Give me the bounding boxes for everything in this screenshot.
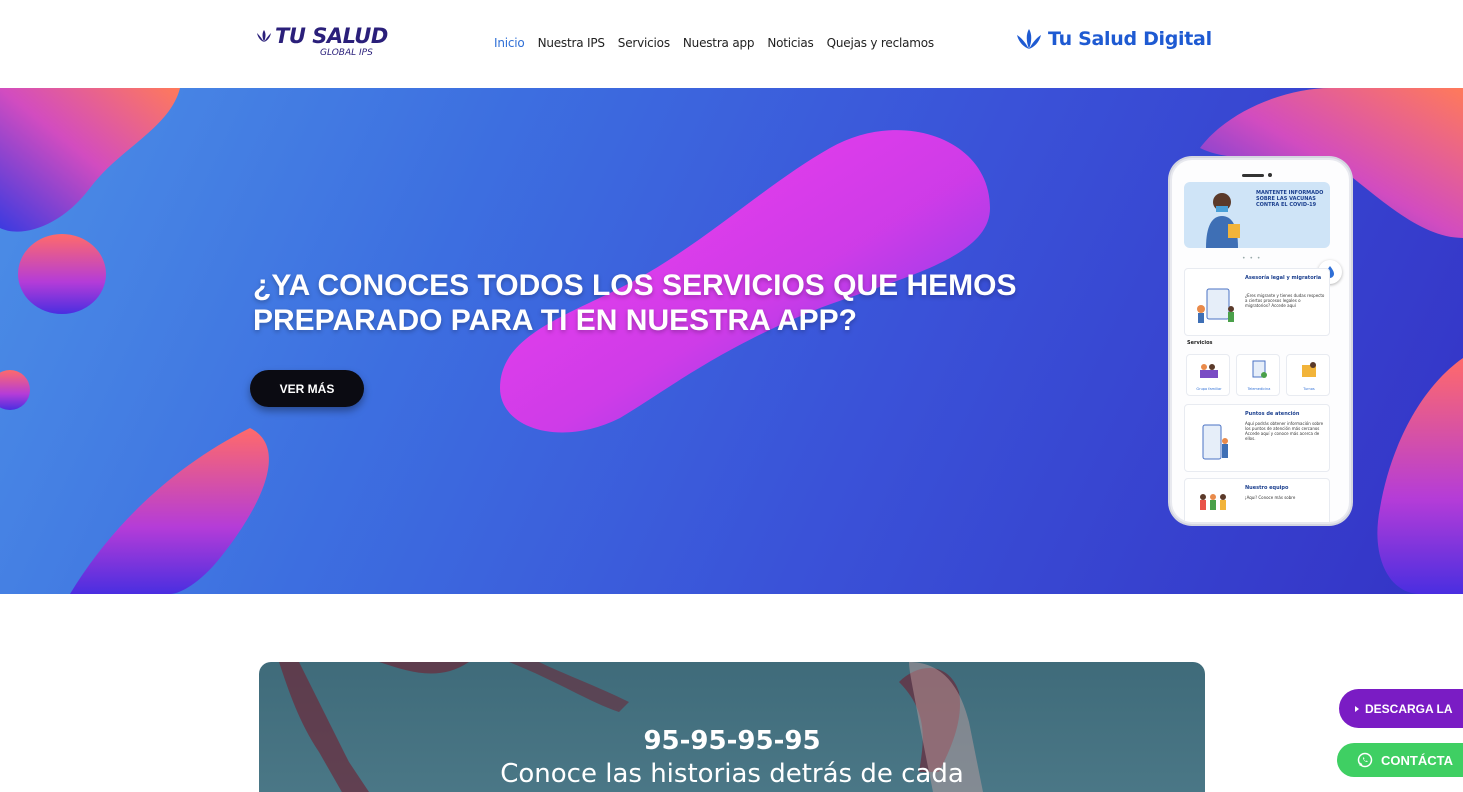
nav-item-servicios[interactable]: Servicios xyxy=(618,36,670,50)
tu-salud-digital-link[interactable]: Tu Salud Digital xyxy=(1016,28,1212,50)
phone-card-equipo-title: Nuestro equipo xyxy=(1245,485,1289,491)
phone-covid-banner: MANTENTE INFORMADO SOBRE LAS VACUNAS CON… xyxy=(1184,182,1330,248)
phone-card-legal-text: ¿Eres migrante y tienes dudas respecto a… xyxy=(1245,293,1325,308)
family-icon xyxy=(1200,364,1218,378)
lotus-icon xyxy=(257,30,271,42)
phone-card-equipo: Nuestro equipo ¡Aquí! Conoce más sobre xyxy=(1184,478,1330,522)
person-illustration-icon xyxy=(1206,193,1240,248)
phone-card-puntos-title: Puntos de atención xyxy=(1245,411,1300,417)
contact-whatsapp-button[interactable]: CONTÁCTA xyxy=(1337,743,1463,777)
hero-title: ¿YA CONOCES TODOS LOS SERVICIOS QUE HEMO… xyxy=(253,268,1113,338)
lotus-icon xyxy=(1017,29,1041,49)
phone-card-legal: Asesoría legal y migratoria ¿Eres migran… xyxy=(1184,268,1330,336)
brand-main-row: TU SALUD xyxy=(256,24,388,48)
nav-item-inicio[interactable]: Inicio xyxy=(494,36,525,50)
phone-card-equipo-text: ¡Aquí! Conoce más sobre xyxy=(1245,495,1296,500)
phone-section-services: Servicios xyxy=(1187,340,1213,346)
phone-service-label: Turnos xyxy=(1303,387,1315,391)
app-phone-mockup: MANTENTE INFORMADO SOBRE LAS VACUNAS CON… xyxy=(1170,158,1351,524)
phone-carousel-dots: • • • xyxy=(1242,255,1262,262)
team-illustration-icon xyxy=(1200,494,1226,510)
document-illustration-icon xyxy=(1197,288,1234,323)
nav-item-noticias[interactable]: Noticias xyxy=(767,36,813,50)
promo-subtitle: Conoce las historias detrás de cada xyxy=(500,759,964,789)
brand-sub-text: GLOBAL IPS xyxy=(320,48,373,58)
nav-item-nuestra-ips[interactable]: Nuestra IPS xyxy=(538,36,605,50)
hero-title-line1: ¿YA CONOCES TODOS LOS SERVICIOS QUE HEMO… xyxy=(253,269,1017,302)
nav-item-nuestra-app[interactable]: Nuestra app xyxy=(683,36,755,50)
phone-speaker xyxy=(1242,174,1264,177)
ver-mas-button[interactable]: VER MÁS xyxy=(250,370,364,407)
download-label: DESCARGA LA xyxy=(1365,701,1453,716)
download-app-button[interactable]: DESCARGA LA xyxy=(1339,689,1463,728)
phone-service-telemedicina: Telemedicina xyxy=(1236,354,1280,396)
phone-card-legal-title: Asesoría legal y migratoria xyxy=(1245,275,1322,281)
phone-banner-text: MANTENTE INFORMADO SOBRE LAS VACUNAS CON… xyxy=(1256,190,1324,208)
play-triangle-icon xyxy=(1355,705,1359,712)
promo-card: 95-95-95-95 Conoce las historias detrás … xyxy=(259,662,1205,792)
nav-item-quejas-y-reclamos[interactable]: Quejas y reclamos xyxy=(827,36,935,50)
phone-card-puntos-text: Aquí podrás obtener información sobre lo… xyxy=(1245,421,1324,441)
phone-camera xyxy=(1268,173,1272,177)
brand-logo[interactable]: TU SALUD GLOBAL IPS xyxy=(256,24,388,58)
site-header: TU SALUD GLOBAL IPS Inicio Nuestra IPS S… xyxy=(0,0,1463,88)
hero-banner: ¿YA CONOCES TODOS LOS SERVICIOS QUE HEMO… xyxy=(0,88,1463,594)
page: TU SALUD GLOBAL IPS Inicio Nuestra IPS S… xyxy=(0,0,1463,792)
appointments-icon xyxy=(1302,362,1316,377)
main-nav: Inicio Nuestra IPS Servicios Nuestra app… xyxy=(494,36,934,50)
whatsapp-icon xyxy=(1357,752,1373,768)
phone-service-turnos: Turnos xyxy=(1286,354,1330,396)
telemedicine-icon xyxy=(1252,360,1267,378)
digital-label: Tu Salud Digital xyxy=(1048,28,1212,50)
promo-phone-number: 95-95-95-95 xyxy=(643,726,821,756)
phone-service-label: Grupo familiar xyxy=(1196,387,1222,391)
location-illustration-icon xyxy=(1202,424,1228,460)
phone-service-label: Telemedicina xyxy=(1247,387,1271,391)
phone-service-grupo-familiar: Grupo familiar xyxy=(1186,354,1230,396)
contact-label: CONTÁCTA xyxy=(1381,752,1453,768)
brand-main-text: TU SALUD xyxy=(275,24,388,48)
hero-title-line2: PREPARADO PARA TI EN NUESTRA APP? xyxy=(253,304,857,337)
phone-card-puntos: Puntos de atención Aquí podrás obtener i… xyxy=(1184,404,1330,472)
